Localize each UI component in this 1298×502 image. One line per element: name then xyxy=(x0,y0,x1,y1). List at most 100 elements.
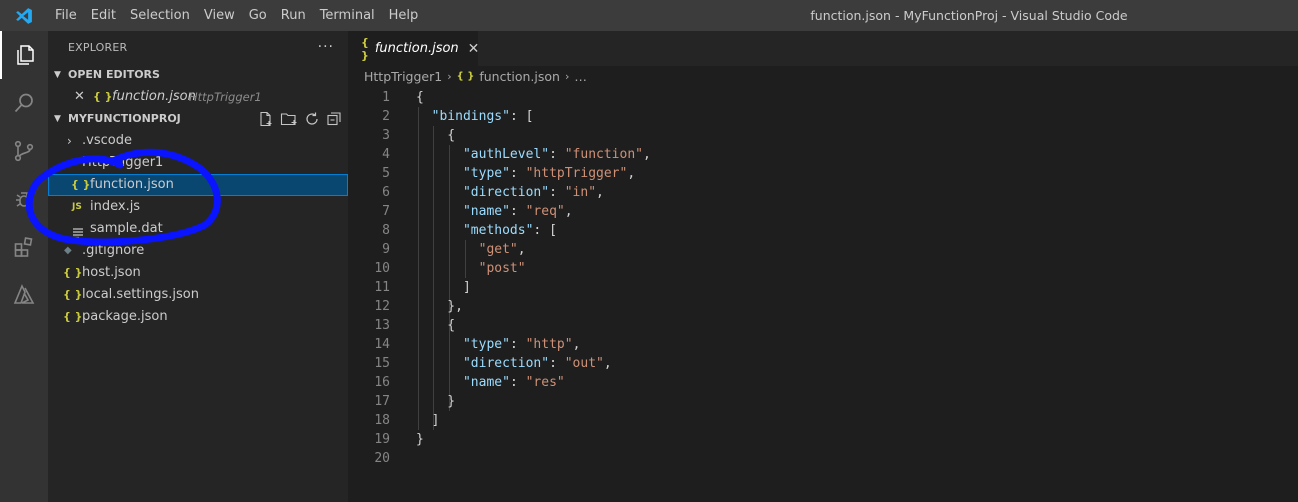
json-punctuation xyxy=(416,147,463,162)
extensions-icon[interactable] xyxy=(0,223,48,271)
tree-item-gitignore[interactable]: ◆ .gitignore xyxy=(48,240,348,262)
refresh-icon[interactable] xyxy=(304,111,320,127)
close-icon[interactable]: ✕ xyxy=(468,41,480,57)
menu-file[interactable]: File xyxy=(48,0,84,31)
json-punctuation: : [ xyxy=(533,223,557,238)
code-line[interactable]: 18 ] xyxy=(348,411,1298,430)
title-bar: File Edit Selection View Go Run Terminal… xyxy=(0,0,1298,31)
tree-item-host-json[interactable]: { } host.json xyxy=(48,262,348,284)
json-punctuation xyxy=(416,109,432,124)
json-file-icon: { } xyxy=(63,310,83,323)
code-line[interactable]: 14 "type": "http", xyxy=(348,335,1298,354)
json-punctuation: : xyxy=(549,356,565,371)
code-text: "type": "httpTrigger", xyxy=(416,164,635,183)
code-line[interactable]: 9 "get", xyxy=(348,240,1298,259)
code-text: "authLevel": "function", xyxy=(416,145,651,164)
code-editor[interactable]: 1{2 "bindings": [3 {4 "authLevel": "func… xyxy=(348,88,1298,502)
json-punctuation xyxy=(416,375,463,390)
code-line[interactable]: 1{ xyxy=(348,88,1298,107)
line-number: 2 xyxy=(382,109,390,124)
json-key: "name" xyxy=(462,375,510,390)
collapse-all-icon[interactable] xyxy=(326,111,342,127)
tree-item-function-json[interactable]: { } function.json xyxy=(48,174,348,196)
close-icon[interactable]: ✕ xyxy=(74,86,85,108)
code-line[interactable]: 5 "type": "httpTrigger", xyxy=(348,164,1298,183)
code-text: "type": "http", xyxy=(416,335,580,354)
code-text: { xyxy=(416,316,455,335)
code-line[interactable]: 3 { xyxy=(348,126,1298,145)
line-number: 18 xyxy=(374,413,390,428)
code-line[interactable]: 2 "bindings": [ xyxy=(348,107,1298,126)
line-number: 11 xyxy=(374,280,390,295)
menu-go[interactable]: Go xyxy=(242,0,274,31)
tree-item-local-settings-json[interactable]: { } local.settings.json xyxy=(48,284,348,306)
code-line[interactable]: 17 } xyxy=(348,392,1298,411)
code-line[interactable]: 20 xyxy=(348,449,1298,468)
explorer-icon[interactable] xyxy=(0,31,48,79)
open-editor-item[interactable]: ✕ { } function.json HttpTrigger1 xyxy=(48,86,348,108)
line-number: 17 xyxy=(374,394,390,409)
menu-run[interactable]: Run xyxy=(274,0,313,31)
json-file-icon: { } xyxy=(361,35,369,62)
menu-help[interactable]: Help xyxy=(382,0,426,31)
code-line[interactable]: 12 }, xyxy=(348,297,1298,316)
code-line[interactable]: 7 "name": "req", xyxy=(348,202,1298,221)
json-key: "methods" xyxy=(462,223,534,238)
vscode-logo-icon xyxy=(0,0,48,31)
menu-selection[interactable]: Selection xyxy=(123,0,197,31)
new-file-icon[interactable] xyxy=(258,111,274,127)
breadcrumb-trail[interactable]: … xyxy=(574,66,587,88)
json-punctuation: ] xyxy=(416,280,471,295)
line-number: 15 xyxy=(374,356,390,371)
json-punctuation xyxy=(416,204,463,219)
open-editors-header[interactable]: ▼ OPEN EDITORS xyxy=(48,64,348,86)
code-text: "post" xyxy=(416,259,526,278)
json-punctuation xyxy=(416,356,463,371)
azure-icon[interactable] xyxy=(0,271,48,319)
code-line[interactable]: 8 "methods": [ xyxy=(348,221,1298,240)
tree-item-sample-dat[interactable]: sample.dat xyxy=(48,218,348,240)
code-line[interactable]: 6 "direction": "in", xyxy=(348,183,1298,202)
tree-item-vscode[interactable]: › .vscode xyxy=(48,130,348,152)
menu-view[interactable]: View xyxy=(197,0,242,31)
new-folder-icon[interactable] xyxy=(280,111,298,127)
json-value: "get" xyxy=(478,242,518,257)
code-text: "get", xyxy=(416,240,526,259)
menu-edit[interactable]: Edit xyxy=(84,0,123,31)
search-icon[interactable] xyxy=(0,79,48,127)
code-text: "direction": "in", xyxy=(416,183,604,202)
json-punctuation: } xyxy=(416,394,456,409)
line-number: 5 xyxy=(382,166,390,181)
line-number: 3 xyxy=(382,128,390,143)
json-key: "type" xyxy=(462,337,510,352)
json-punctuation: : xyxy=(549,147,565,162)
tree-item-label: host.json xyxy=(82,265,141,280)
breadcrumb-file[interactable]: function.json xyxy=(479,66,560,88)
tree-item-index-js[interactable]: JS index.js xyxy=(48,196,348,218)
menu-terminal[interactable]: Terminal xyxy=(313,0,382,31)
tree-item-package-json[interactable]: { } package.json xyxy=(48,306,348,328)
code-line[interactable]: 13 { xyxy=(348,316,1298,335)
json-file-icon: { } xyxy=(93,90,113,103)
code-line[interactable]: 4 "authLevel": "function", xyxy=(348,145,1298,164)
json-punctuation xyxy=(416,185,463,200)
code-line[interactable]: 15 "direction": "out", xyxy=(348,354,1298,373)
project-header[interactable]: ▼ MYFUNCTIONPROJ xyxy=(48,108,348,130)
tab-function-json[interactable]: { } function.json ✕ xyxy=(348,31,480,66)
open-editor-description: HttpTrigger1 xyxy=(189,90,262,104)
code-line[interactable]: 11 ] xyxy=(348,278,1298,297)
source-control-icon[interactable] xyxy=(0,127,48,175)
code-line[interactable]: 10 "post" xyxy=(348,259,1298,278)
code-line[interactable]: 19} xyxy=(348,430,1298,449)
debug-icon[interactable] xyxy=(0,175,48,223)
json-punctuation: : xyxy=(509,337,526,352)
code-line[interactable]: 16 "name": "res" xyxy=(348,373,1298,392)
json-punctuation xyxy=(416,261,479,276)
json-punctuation xyxy=(416,223,463,238)
json-punctuation: , xyxy=(596,185,604,200)
tree-item-httptrigger1[interactable]: ✓ HttpTrigger1 xyxy=(48,152,348,174)
line-number: 6 xyxy=(382,185,390,200)
more-actions-icon[interactable]: ··· xyxy=(318,31,334,64)
breadcrumb-folder[interactable]: HttpTrigger1 xyxy=(364,66,442,88)
json-value: "http" xyxy=(525,337,573,352)
